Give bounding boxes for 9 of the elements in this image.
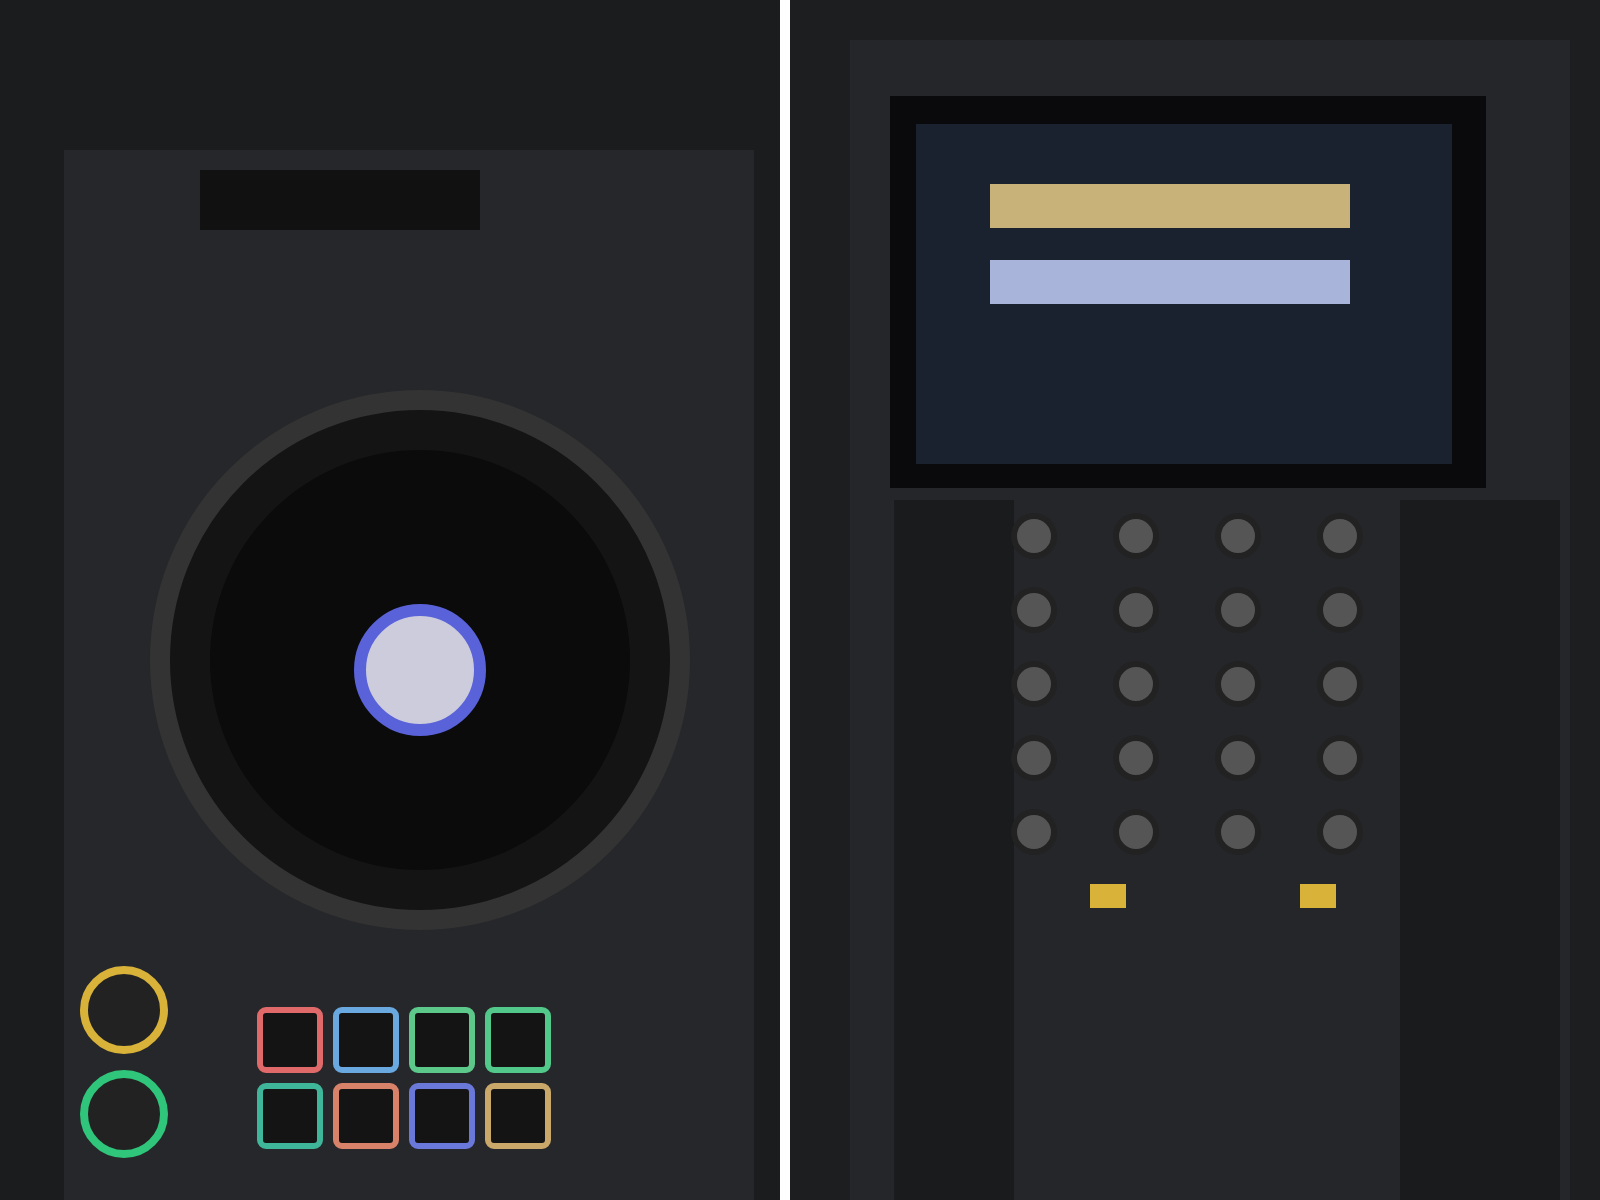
pad[interactable] bbox=[257, 1007, 323, 1073]
pad[interactable] bbox=[257, 1083, 323, 1149]
pad[interactable] bbox=[333, 1083, 399, 1149]
pad[interactable] bbox=[409, 1083, 475, 1149]
pad[interactable] bbox=[485, 1007, 551, 1073]
jog-wheel[interactable] bbox=[150, 390, 690, 930]
pad[interactable] bbox=[485, 1083, 551, 1149]
pad[interactable] bbox=[409, 1007, 475, 1073]
pad[interactable] bbox=[333, 1007, 399, 1073]
